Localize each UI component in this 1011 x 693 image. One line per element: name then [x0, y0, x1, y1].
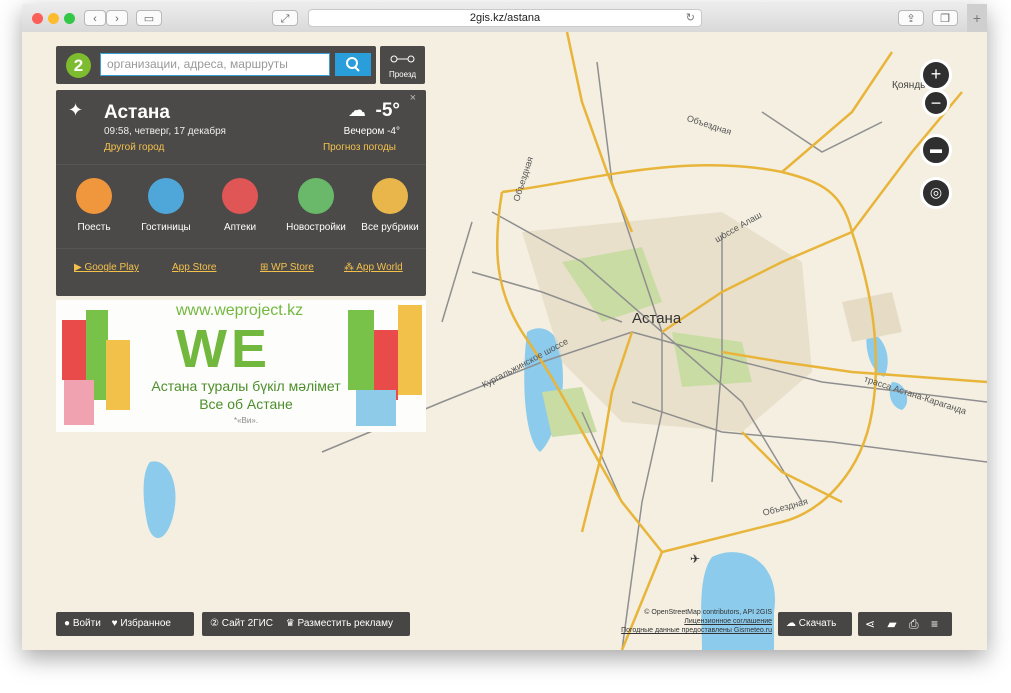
category-new-buildings[interactable]: Новостройки	[278, 178, 354, 233]
search-input[interactable]: организации, адреса, маршруты	[100, 53, 330, 76]
zoom-in-icon[interactable]: +	[920, 59, 952, 91]
back-icon[interactable]: ‹	[84, 10, 106, 26]
map-label-city: Астана	[632, 310, 682, 327]
share-icon[interactable]: ⋖	[865, 617, 875, 631]
divider	[56, 164, 426, 165]
zoom-out-icon[interactable]: −	[922, 89, 950, 117]
close-icon[interactable]: ×	[410, 92, 416, 104]
site-link[interactable]: Сайт 2ГИС	[222, 618, 273, 629]
snow-cloud-icon: ☁	[348, 100, 366, 120]
temperature: -5°	[375, 100, 401, 121]
category-label: Все рубрики	[361, 222, 419, 233]
ad-logo: WE	[176, 319, 271, 379]
comment-icon[interactable]: ▰	[887, 617, 896, 631]
google-play-link[interactable]: ▶ Google Play	[74, 262, 139, 273]
app-world-link[interactable]: ⁂ App World	[344, 262, 403, 273]
browser-window: ‹ › ▭ ⤢ 2gis.kz/astana ↻ ⇪ ❐ + Астана Қо…	[22, 4, 987, 650]
attribution-osm[interactable]: © OpenStreetMap contributors, API 2GIS	[612, 608, 772, 617]
cloud-download-icon: ☁	[786, 618, 796, 629]
login-button[interactable]: Войти	[73, 618, 101, 629]
search-icon	[346, 57, 360, 72]
city-date: 09:58, четверг, 17 декабря	[104, 126, 226, 137]
fork-knife-icon	[76, 178, 112, 214]
2gis-logo[interactable]: 2	[66, 53, 91, 78]
tools-bar: ⋖ ▰ ⎙ ≡	[858, 612, 952, 636]
account-bar: ● Войти ♥ Избранное	[56, 612, 194, 636]
2gis-icon: ②	[210, 618, 219, 629]
attribution: © OpenStreetMap contributors, API 2GIS Л…	[612, 608, 772, 635]
crown-icon: ♛	[285, 618, 295, 629]
category-label: Гостиницы	[141, 222, 191, 233]
address-bar[interactable]: 2gis.kz/astana ↻	[308, 9, 702, 27]
change-city-link[interactable]: Другой город	[104, 142, 164, 153]
bed-icon	[148, 178, 184, 214]
category-all[interactable]: Все рубрики	[352, 178, 428, 233]
category-label: Аптеки	[223, 222, 257, 233]
download-label: Скачать	[798, 618, 837, 629]
route-label: Проезд	[388, 70, 417, 79]
store-label: App Store	[172, 262, 217, 273]
building-icon	[298, 178, 334, 214]
tabs-icon[interactable]: ❐	[932, 10, 958, 26]
favorites-button[interactable]: Избранное	[120, 618, 171, 629]
reload-icon[interactable]: ↻	[686, 10, 695, 26]
store-label: WP Store	[271, 262, 314, 273]
category-hotels[interactable]: Гостиницы	[128, 178, 204, 233]
user-icon: ●	[64, 618, 71, 629]
browser-titlebar: ‹ › ▭ ⤢ 2gis.kz/astana ↻ ⇪ ❐ +	[22, 4, 987, 33]
app-store-link[interactable]: App Store	[172, 262, 216, 273]
minimize-window-button[interactable]	[48, 13, 59, 24]
category-label: Поесть	[77, 222, 111, 233]
ad-note: *«Ви».	[233, 416, 259, 425]
advertise-link[interactable]: Разместить рекламу	[298, 618, 394, 629]
category-label: Новостройки	[286, 222, 346, 233]
route-icon	[390, 55, 415, 63]
divider	[56, 248, 426, 249]
ad-banner[interactable]: www.weproject.kz WE Астана туралы бүкіл …	[56, 300, 426, 432]
wp-store-link[interactable]: ⊞ WP Store	[260, 262, 314, 273]
new-tab-icon[interactable]: +	[967, 4, 987, 32]
map-label-koyandy: Қояндь	[892, 80, 926, 91]
search-placeholder: организации, адреса, маршруты	[107, 57, 288, 71]
attribution-license[interactable]: Лицензионное соглашение	[612, 617, 772, 626]
store-label: Google Play	[84, 262, 139, 273]
tab-overview-icon[interactable]: ⤢	[272, 10, 298, 26]
download-button[interactable]: ☁ Скачать	[778, 612, 852, 636]
ad-line-2: Все об Астане	[199, 396, 293, 412]
menu-icon[interactable]: ≡	[931, 617, 938, 631]
attribution-weather[interactable]: Погодные данные предоставлены Gismeteo.r…	[612, 626, 772, 635]
forward-icon[interactable]: ›	[106, 10, 128, 26]
url-text: 2gis.kz/astana	[469, 12, 541, 24]
evening-temperature: Вечером -4°	[343, 126, 400, 137]
city-emblem-icon: ✦	[68, 100, 84, 120]
ad-line-1: Астана туралы бүкіл мәлімет	[151, 378, 341, 394]
category-pharmacies[interactable]: Аптеки	[202, 178, 278, 233]
city-name: Астана	[104, 102, 170, 123]
forecast-link[interactable]: Прогноз погоды	[323, 142, 396, 153]
store-label: App World	[356, 262, 403, 273]
site-bar: ② Сайт 2ГИС ♛ Разместить рекламу	[202, 612, 410, 636]
cross-icon	[222, 178, 258, 214]
heart-icon: ♥	[111, 618, 118, 629]
ruler-icon[interactable]: ▬	[920, 134, 952, 166]
print-icon[interactable]: ⎙	[909, 617, 919, 631]
sidebar-icon[interactable]: ▭	[136, 10, 162, 26]
zoom-window-button[interactable]	[64, 13, 75, 24]
route-button[interactable]: Проезд	[380, 46, 425, 84]
airport-icon: ✈	[690, 552, 701, 566]
close-window-button[interactable]	[32, 13, 43, 24]
category-food[interactable]: Поесть	[56, 178, 132, 233]
locate-icon[interactable]: ◎	[920, 177, 952, 209]
search-button[interactable]	[335, 53, 371, 76]
city-card: ✦ Астана 09:58, четверг, 17 декабря Друг…	[56, 90, 426, 296]
box-icon	[372, 178, 408, 214]
search-panel: 2 организации, адреса, маршруты	[56, 46, 376, 84]
share-icon[interactable]: ⇪	[898, 10, 924, 26]
